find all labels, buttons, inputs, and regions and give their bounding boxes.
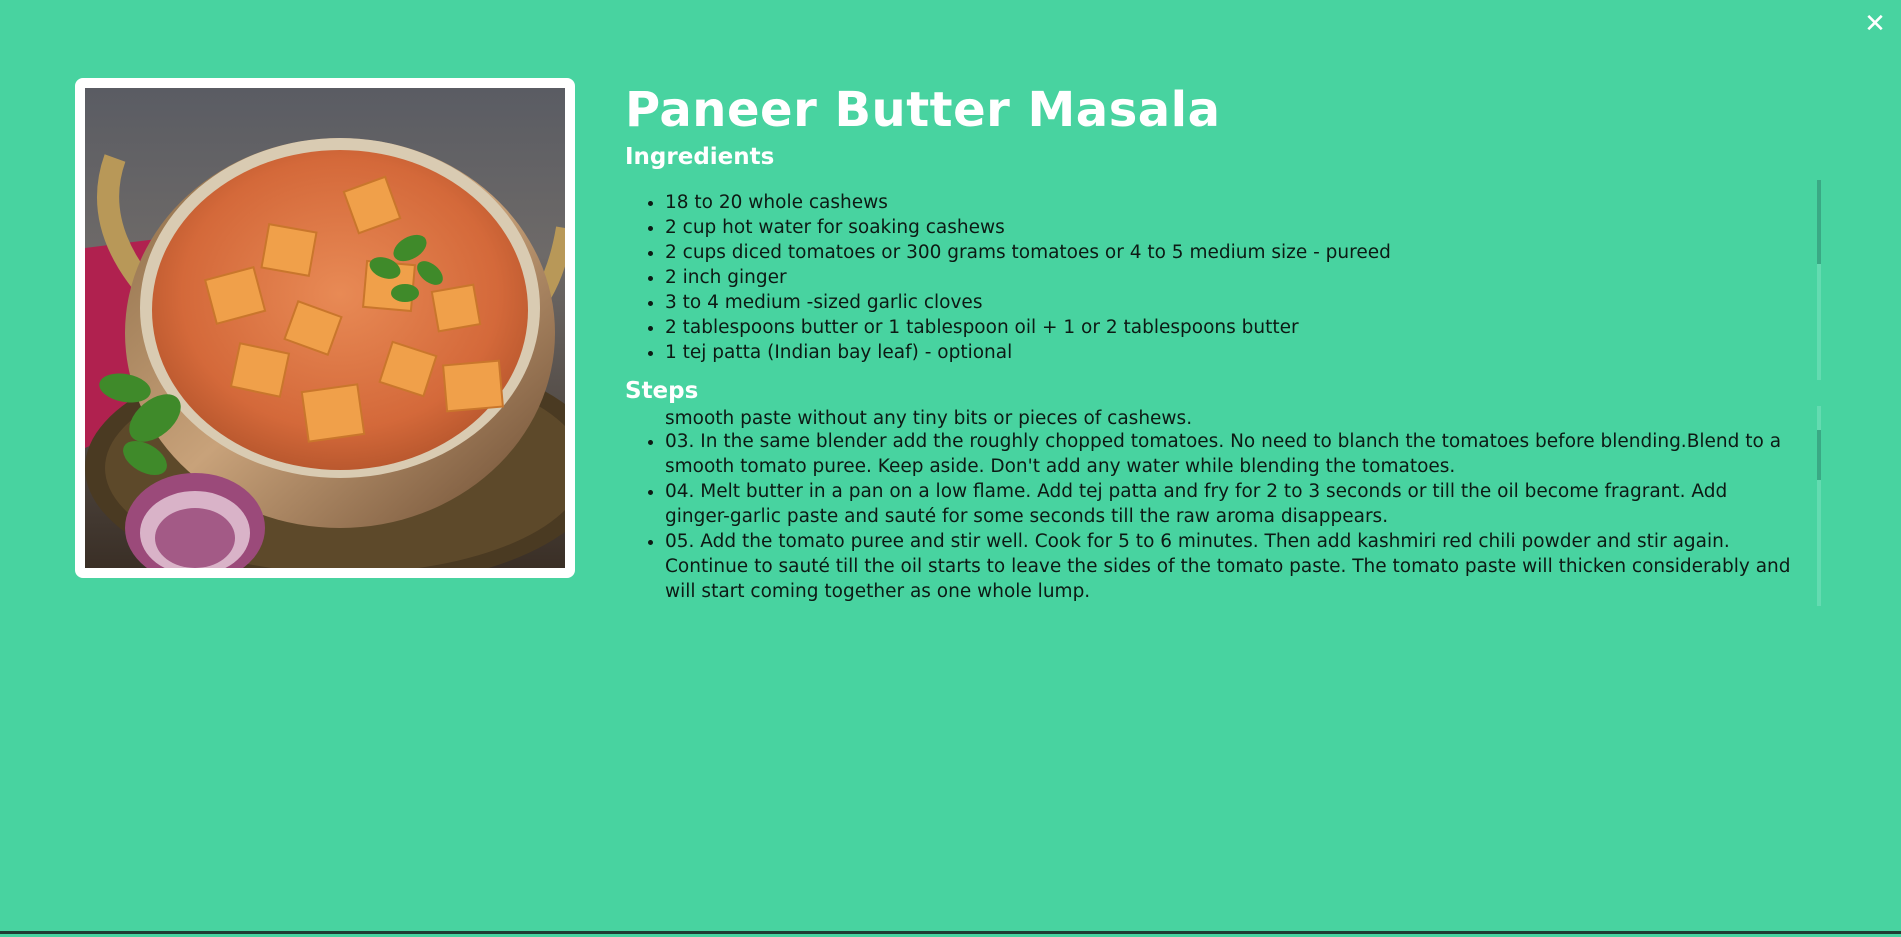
step-partial-text: smooth paste without any tiny bits or pi… <box>665 408 1193 429</box>
ingredient-item: 2 tablespoons butter or 1 tablespoon oil… <box>665 315 1795 340</box>
ingredients-heading: Ingredients <box>625 144 775 170</box>
ingredients-scrollbar-thumb[interactable] <box>1817 180 1821 264</box>
ingredients-scroll-area[interactable]: 18 to 20 whole cashews 2 cup hot water f… <box>625 180 1821 380</box>
curry-bowl-illustration <box>85 88 565 568</box>
step-item: 04. Melt butter in a pan on a low flame.… <box>665 479 1795 529</box>
steps-heading: Steps <box>625 378 699 404</box>
step-item: 03. In the same blender add the roughly … <box>665 429 1795 479</box>
step-item: 05. Add the tomato puree and stir well. … <box>665 529 1795 604</box>
steps-list: 03. In the same blender add the roughly … <box>625 429 1795 604</box>
recipe-title: Paneer Butter Masala <box>625 82 1221 138</box>
ingredient-item: 2 cups diced tomatoes or 300 grams tomat… <box>665 240 1795 265</box>
ingredient-item: 2 cup hot water for soaking cashews <box>665 215 1795 240</box>
steps-scrollbar-thumb[interactable] <box>1817 430 1821 480</box>
ingredients-list: 18 to 20 whole cashews 2 cup hot water f… <box>625 190 1795 365</box>
ingredient-item: 2 inch ginger <box>665 265 1795 290</box>
recipe-content: Paneer Butter Masala Ingredients 18 to 2… <box>625 78 1825 624</box>
steps-scrollbar[interactable] <box>1817 406 1821 606</box>
recipe-modal: ✕ Paneer Butter Masala Ingredients • 18 … <box>0 0 1901 934</box>
ingredients-scrollbar[interactable] <box>1817 180 1821 380</box>
ingredient-item: 1 tej patta (Indian bay leaf) - optional <box>665 340 1795 365</box>
close-icon[interactable]: ✕ <box>1861 8 1889 40</box>
ingredient-item: 18 to 20 whole cashews <box>665 190 1795 215</box>
steps-scroll-area[interactable]: smooth paste without any tiny bits or pi… <box>625 406 1821 624</box>
recipe-image <box>75 78 575 578</box>
window-bottom-border <box>0 931 1901 934</box>
ingredient-item: 3 to 4 medium -sized garlic cloves <box>665 290 1795 315</box>
